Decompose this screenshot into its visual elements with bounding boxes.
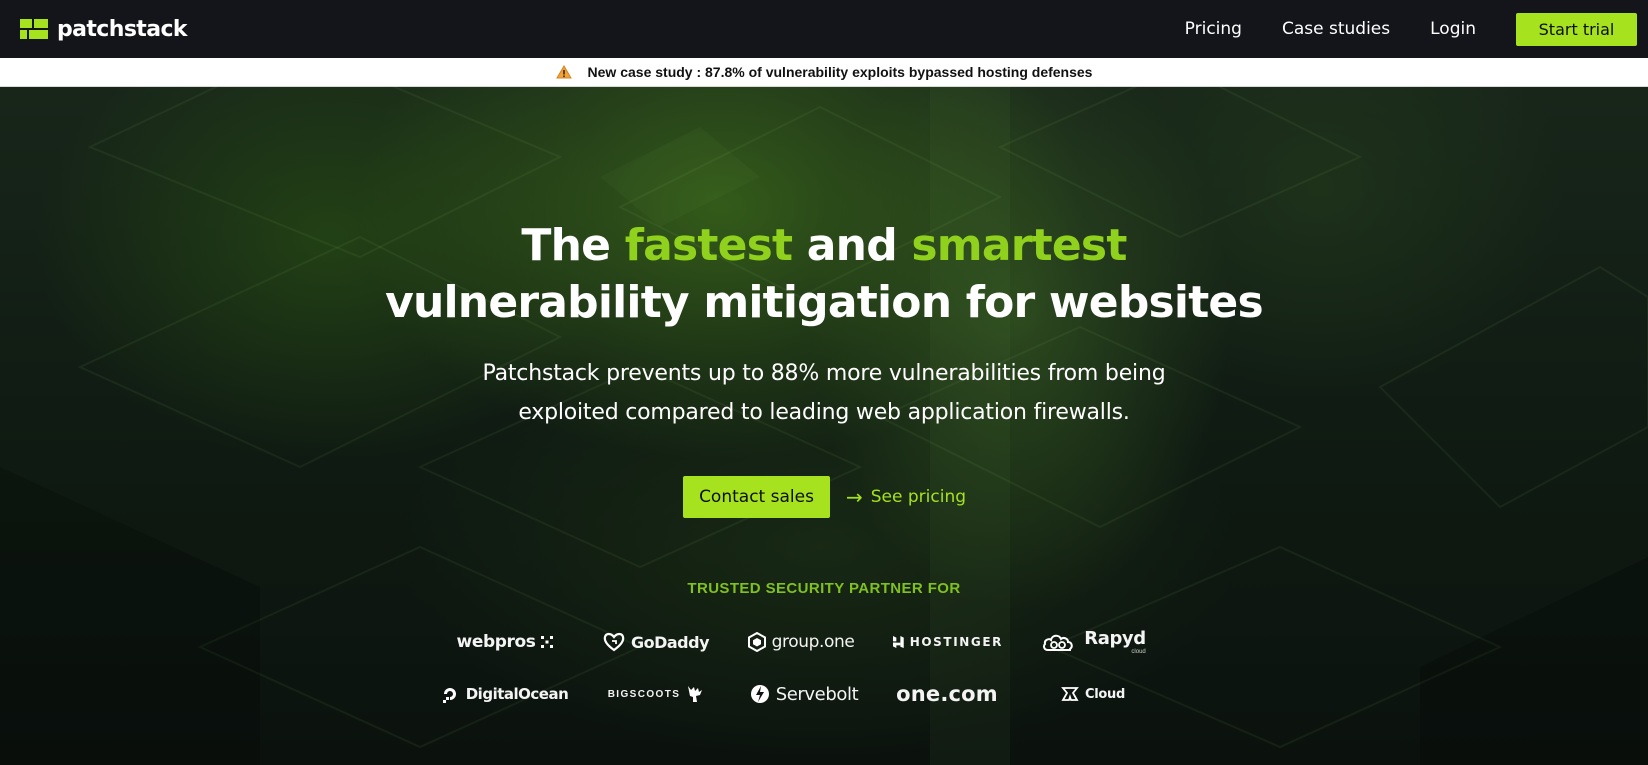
headline-word-and: and [792, 220, 912, 271]
top-nav: patchstack Pricing Case studies Login St… [0, 0, 1648, 58]
partner-logo-group-one: group.one [745, 627, 857, 657]
headline-word-the: The [521, 220, 625, 271]
hero-headline-line2: vulnerability mitigation for websites [385, 277, 1264, 328]
webpros-mark-icon [541, 636, 554, 648]
announcement-text: New case study : 87.8% of vulnerability … [587, 64, 1093, 80]
partner-logo-digitalocean: DigitalOcean [437, 679, 571, 709]
start-trial-button[interactable]: Start trial [1516, 12, 1637, 46]
partner-logo-godaddy: GoDaddy [601, 627, 711, 657]
see-pricing-label: See pricing [870, 487, 967, 507]
digitalocean-icon [442, 688, 456, 703]
nav-link-login[interactable]: Login [1430, 19, 1476, 39]
partner-logos: webpros GoDaddy group.one HOSTINGER Rapy… [442, 617, 1207, 729]
group-one-hexagon-icon [747, 632, 766, 652]
partner-logo-cloud: Cloud [1047, 679, 1139, 709]
brand-name: patchstack [57, 16, 188, 42]
partner-logo-servebolt: Servebolt [747, 679, 861, 709]
rapyd-cloud-icon [1043, 634, 1073, 651]
patchstack-logo-icon [20, 19, 48, 39]
see-pricing-link[interactable]: → See pricing [846, 487, 966, 507]
partner-logo-bigscoots: BIGSCOOTS [601, 679, 711, 709]
hero-headline-line1: The fastest and smartest [0, 217, 1648, 275]
hero-cta-row: Contact sales → See pricing [683, 476, 966, 518]
headline-highlight-fastest: fastest [624, 220, 793, 271]
headline-highlight-smartest: smartest [911, 220, 1127, 271]
nav-link-case-studies[interactable]: Case studies [1282, 19, 1390, 39]
partner-logo-rapyd: Rapyd cloud [1040, 627, 1148, 657]
godaddy-heart-icon [603, 632, 625, 652]
servebolt-icon [750, 685, 769, 703]
partners-heading: TRUSTED SECURITY PARTNER FOR [687, 580, 961, 597]
partner-logo-one-com: one.com [896, 682, 998, 706]
nav-link-pricing[interactable]: Pricing [1185, 19, 1242, 39]
nav-links: Pricing Case studies Login Start trial [1185, 0, 1648, 58]
hero-subtext-line1: Patchstack prevents up to 88% more vulne… [482, 361, 1166, 386]
hostinger-mark-icon [893, 635, 904, 649]
hero-subtext-line2: exploited compared to leading web applic… [518, 400, 1130, 425]
contact-sales-button[interactable]: Contact sales [683, 476, 830, 518]
partner-logo-webpros: webpros [447, 627, 563, 657]
hero-section: The fastest and smartest vulnerability m… [0, 87, 1648, 765]
warning-icon [555, 65, 572, 79]
patchstack-logo[interactable]: patchstack [20, 15, 188, 43]
arrow-right-icon: → [846, 485, 863, 509]
bigscoots-moose-icon [688, 686, 703, 702]
cloud-brand-icon [1061, 687, 1079, 701]
partner-logo-hostinger: HOSTINGER [893, 627, 1003, 657]
announcement-bar[interactable]: New case study : 87.8% of vulnerability … [0, 58, 1648, 87]
